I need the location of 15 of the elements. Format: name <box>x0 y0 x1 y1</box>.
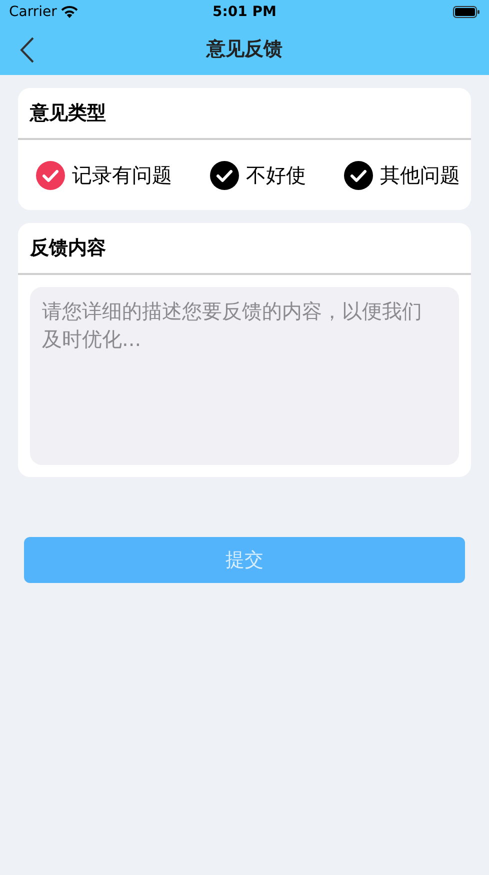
check-circle-icon <box>210 160 239 190</box>
section-title: 意见类型 <box>30 100 106 126</box>
type-option[interactable]: 记录有问题 <box>36 160 172 190</box>
back-icon <box>20 37 34 63</box>
type-option[interactable]: 其他问题 <box>344 160 460 190</box>
section-title: 反馈内容 <box>30 236 106 261</box>
status-time: 5:01 PM <box>212 2 276 22</box>
wifi-icon <box>60 6 78 18</box>
type-option[interactable]: 不好使 <box>210 160 306 190</box>
check-circle-icon <box>344 160 373 190</box>
feedback-input-field[interactable]: 请您详细的描述您要反馈的内容，以便我们及时优化... <box>30 287 459 465</box>
page-title: 意见反馈 <box>206 37 282 62</box>
carrier-label: Carrier <box>9 2 57 22</box>
check-circle-icon <box>36 160 65 190</box>
battery-icon <box>452 6 480 18</box>
